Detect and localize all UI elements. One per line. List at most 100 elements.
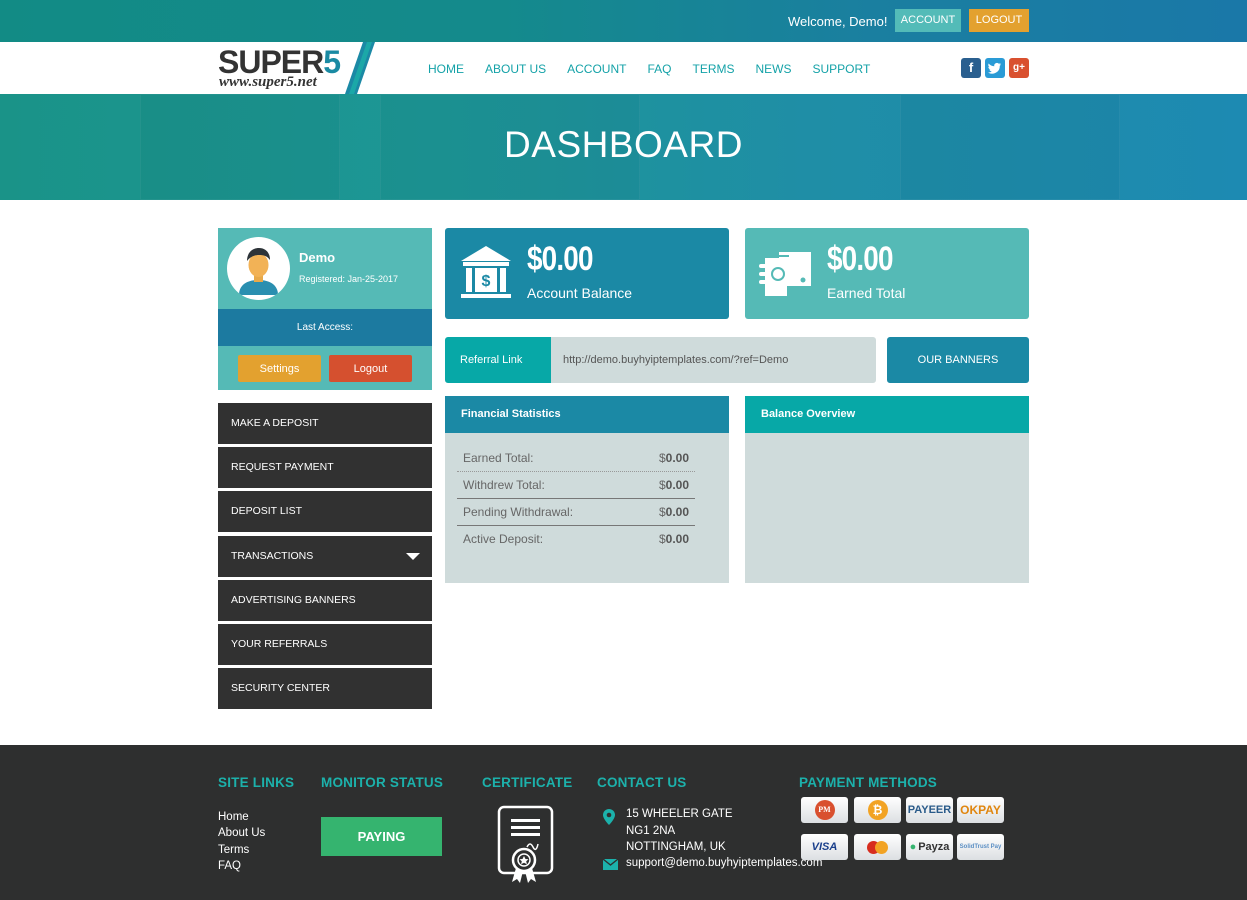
- row-label: Active Deposit:: [463, 532, 544, 546]
- mail-icon: [603, 859, 618, 870]
- bank-icon: $: [461, 246, 511, 298]
- menu-item-label: REQUEST PAYMENT: [231, 461, 334, 474]
- row-value: $0.00: [658, 451, 689, 465]
- svg-text:$: $: [482, 273, 491, 290]
- menu-item-make-deposit[interactable]: MAKE A DEPOSIT: [218, 403, 432, 444]
- earned-total-label: Earned Total: [827, 285, 906, 301]
- side-menu: MAKE A DEPOSIT REQUEST PAYMENT DEPOSIT L…: [218, 403, 432, 712]
- nav-links: HOME ABOUT US ACCOUNT FAQ TERMS NEWS SUP…: [428, 62, 891, 76]
- payza-icon: ● Payza: [906, 834, 953, 860]
- settings-button[interactable]: Settings: [238, 355, 321, 382]
- user-avatar-icon: [239, 248, 278, 295]
- nav-about-us[interactable]: ABOUT US: [485, 62, 546, 76]
- paying-status-badge: PAYING: [321, 817, 442, 856]
- registration-date: Registered: Jan-25-2017: [299, 274, 399, 284]
- bitcoin-icon: ₿: [854, 797, 901, 823]
- earned-total-value: $0.00: [827, 240, 893, 278]
- contact-us-heading: CONTACT US: [597, 775, 687, 790]
- row-value: $0.00: [658, 505, 689, 519]
- twitter-icon[interactable]: [985, 58, 1005, 78]
- logo-url: www.super5.net: [219, 74, 317, 90]
- site-links-heading: SITE LINKS: [218, 775, 295, 790]
- address-line-1: 15 WHEELER GATE: [626, 808, 733, 820]
- nav-account[interactable]: ACCOUNT: [567, 62, 626, 76]
- nav-faq[interactable]: FAQ: [647, 62, 671, 76]
- menu-item-label: ADVERTISING BANNERS: [231, 593, 356, 606]
- payment-methods-heading: PAYMENT METHODS: [799, 775, 938, 790]
- menu-item-label: SECURITY CENTER: [231, 682, 330, 695]
- menu-item-deposit-list[interactable]: DEPOSIT LIST: [218, 491, 432, 533]
- top-bar: Welcome, Demo! ACCOUNT LOGOUT: [0, 0, 1247, 42]
- our-banners-button[interactable]: OUR BANNERS: [887, 337, 1029, 383]
- menu-item-advertising-banners[interactable]: ADVERTISING BANNERS: [218, 579, 432, 621]
- account-balance-card: $ $0.00 Account Balance: [445, 228, 729, 319]
- financial-table: Earned Total: $0.00 Withdrew Total: $0.0…: [457, 445, 695, 553]
- menu-item-label: TRANSACTIONS: [231, 549, 314, 562]
- money-hand-icon: [759, 252, 811, 296]
- row-label: Withdrew Total:: [463, 478, 545, 492]
- main-navbar: SUPER5 www.super5.net HOME ABOUT US ACCO…: [0, 42, 1247, 94]
- panel-title: Financial Statistics: [445, 396, 729, 433]
- google-plus-icon[interactable]: g+: [1009, 58, 1029, 78]
- footer: SITE LINKS Home About Us Terms FAQ MONIT…: [0, 745, 1247, 900]
- logout-button[interactable]: Logout: [329, 355, 412, 382]
- nav-news[interactable]: NEWS: [755, 62, 791, 76]
- profile-name: Demo: [299, 250, 336, 265]
- table-row: Pending Withdrawal: $0.00: [457, 499, 695, 526]
- account-balance-value: $0.00: [527, 240, 593, 278]
- row-value: $0.00: [658, 478, 689, 492]
- caret-down-icon[interactable]: [406, 552, 420, 560]
- table-row: Earned Total: $0.00: [457, 445, 695, 472]
- logo-slash-decoration: [345, 42, 375, 94]
- solidtrust-pay-icon: SolidTrust Pay: [957, 834, 1004, 860]
- referral-link-input[interactable]: [551, 337, 876, 383]
- welcome-text: Welcome, Demo!: [788, 14, 888, 29]
- referral-link-label: Referral Link: [445, 337, 551, 383]
- top-account-button[interactable]: ACCOUNT: [895, 9, 961, 32]
- menu-item-request-payment[interactable]: REQUEST PAYMENT: [218, 447, 432, 489]
- row-value: $0.00: [658, 532, 689, 546]
- last-access: Last Access:: [218, 309, 432, 346]
- menu-item-security-center[interactable]: SECURITY CENTER: [218, 668, 432, 710]
- row-label: Pending Withdrawal:: [463, 505, 574, 519]
- balance-overview-panel: Balance Overview: [745, 396, 1029, 583]
- avatar: [227, 237, 290, 300]
- profile-card: Demo Registered: Jan-25-2017 Last Access…: [218, 228, 432, 390]
- visa-icon: VISA: [801, 834, 848, 860]
- menu-item-label: YOUR REFERRALS: [231, 637, 328, 650]
- site-links: Home About Us Terms FAQ: [218, 809, 265, 874]
- table-row: Active Deposit: $0.00: [457, 526, 695, 553]
- address-line-2: NG1 2NA: [626, 825, 676, 837]
- location-pin-icon: [603, 809, 615, 825]
- menu-item-label: DEPOSIT LIST: [231, 505, 302, 518]
- earned-total-card: $0.00 Earned Total: [745, 228, 1029, 319]
- nav-support[interactable]: SUPPORT: [812, 62, 870, 76]
- footer-link-home[interactable]: Home: [218, 809, 265, 825]
- panel-title: Balance Overview: [745, 396, 1029, 433]
- mastercard-icon: [854, 834, 901, 860]
- table-row: Withdrew Total: $0.00: [457, 472, 695, 499]
- certificate-icon[interactable]: [497, 805, 554, 885]
- facebook-icon[interactable]: f: [961, 58, 981, 78]
- okpay-icon: OKPAY: [957, 797, 1004, 823]
- top-logout-button[interactable]: LOGOUT: [969, 9, 1029, 32]
- financial-statistics-panel: Financial Statistics Earned Total: $0.00…: [445, 396, 729, 583]
- payeer-icon: PAYEER: [906, 797, 953, 823]
- address-line-3: NOTTINGHAM, UK: [626, 841, 726, 853]
- hero-banner: DASHBOARD: [0, 94, 1247, 200]
- menu-item-transactions[interactable]: TRANSACTIONS: [218, 535, 432, 577]
- page-title: DASHBOARD: [504, 124, 743, 165]
- footer-link-about-us[interactable]: About Us: [218, 825, 265, 841]
- account-balance-label: Account Balance: [527, 285, 633, 301]
- nav-terms[interactable]: TERMS: [692, 62, 734, 76]
- monitor-status-heading: MONITOR STATUS: [321, 775, 444, 790]
- certificate-heading: CERTIFICATE: [482, 775, 573, 790]
- support-email[interactable]: support@demo.buyhyiptemplates.com: [626, 857, 822, 869]
- menu-item-your-referrals[interactable]: YOUR REFERRALS: [218, 623, 432, 665]
- menu-item-label: MAKE A DEPOSIT: [231, 417, 319, 429]
- footer-link-faq[interactable]: FAQ: [218, 858, 265, 874]
- footer-link-terms[interactable]: Terms: [218, 842, 265, 858]
- perfect-money-icon: PM: [801, 797, 848, 823]
- nav-home[interactable]: HOME: [428, 62, 464, 76]
- row-label: Earned Total:: [463, 451, 534, 465]
